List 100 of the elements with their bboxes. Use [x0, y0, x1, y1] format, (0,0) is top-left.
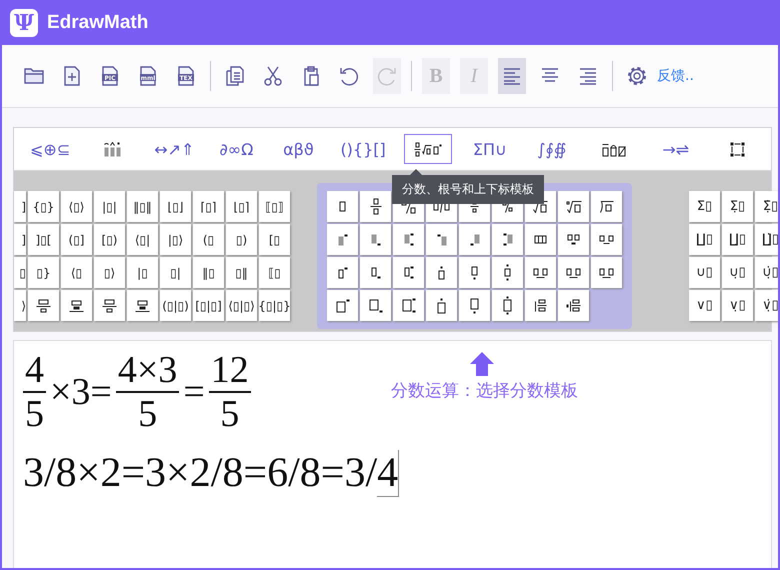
template-button[interactable]: |▯| — [94, 191, 125, 222]
template-icon — [338, 266, 348, 278]
template-button[interactable] — [558, 224, 589, 255]
template-button[interactable]: [▯|▯] — [193, 290, 224, 321]
template-icon — [566, 299, 581, 312]
template-icon — [504, 264, 511, 281]
template-button[interactable]: ∨̣▯ — [722, 290, 753, 321]
palette-tab[interactable]: →⇌ — [652, 134, 700, 164]
template-button[interactable]: ▯⟩ — [94, 257, 125, 288]
palette-tab[interactable]: ∫∮∯ — [528, 134, 576, 164]
template-button[interactable] — [327, 290, 358, 321]
fraction: 4 5 — [23, 351, 46, 433]
palette-tab[interactable]: (){}[] — [336, 134, 390, 164]
template-button[interactable] — [525, 224, 556, 255]
template-button[interactable] — [28, 290, 59, 321]
template-button[interactable]: [▯) — [94, 224, 125, 255]
template-button[interactable] — [525, 257, 556, 288]
template-button[interactable]: {▯|▯} — [259, 290, 290, 321]
palette-tab[interactable]: ↔↗⇑ — [150, 134, 198, 164]
template-button[interactable]: ⟨▯ — [61, 257, 92, 288]
template-button[interactable]: ‖▯ — [193, 257, 224, 288]
align-left-button[interactable] — [498, 58, 526, 94]
template-button[interactable]: (▯ — [193, 224, 224, 255]
template-button[interactable]: ⟩ — [14, 290, 26, 321]
template-button[interactable]: ∪▯ — [689, 257, 720, 288]
template-button[interactable] — [492, 290, 523, 321]
template-button[interactable] — [591, 191, 622, 222]
template-button[interactable]: ⟨▯| — [127, 224, 158, 255]
feedback-link[interactable]: 反馈.. — [657, 67, 694, 85]
template-icon — [533, 200, 548, 212]
template-button[interactable] — [459, 290, 490, 321]
template-button[interactable] — [127, 290, 158, 321]
template-button[interactable]: ⌊▯⌋ — [160, 191, 191, 222]
template-icon — [470, 234, 480, 246]
template-button[interactable]: [▯ — [259, 224, 290, 255]
template-button[interactable] — [393, 290, 424, 321]
template-icon — [470, 298, 479, 314]
template-button[interactable]: ⌊▯⌉ — [226, 191, 257, 222]
palette-tab[interactable]: αβϑ — [274, 134, 322, 164]
template-button[interactable]: |▯ — [127, 257, 158, 288]
template-button[interactable]: ▯| — [160, 257, 191, 288]
template-icon — [502, 233, 512, 246]
template-button[interactable]: ⟦▯⟧ — [259, 191, 290, 222]
palette-tab[interactable]: ⩽⊕⊆ — [26, 134, 74, 164]
template-button[interactable] — [360, 290, 391, 321]
template-button[interactable]: ∐̣▯ — [722, 224, 753, 255]
template-button[interactable] — [492, 257, 523, 288]
palette-tab[interactable]: ∂∞Ω — [212, 134, 260, 164]
template-button[interactable]: ⌈▯⌉ — [193, 191, 224, 222]
template-button[interactable] — [525, 290, 556, 321]
template-button[interactable]: ▯) — [226, 224, 257, 255]
template-button[interactable]: |▯⟩ — [160, 224, 191, 255]
template-button[interactable]: ∪̣▯ — [722, 257, 753, 288]
template-button[interactable]: Σ̣̇▯ — [755, 191, 778, 222]
template-button[interactable]: ‖▯‖ — [127, 191, 158, 222]
template-icon — [533, 268, 548, 278]
template-button[interactable] — [558, 191, 589, 222]
template-button[interactable]: ] — [14, 224, 26, 255]
template-button[interactable] — [360, 191, 391, 222]
template-button[interactable] — [591, 257, 622, 288]
template-icon — [368, 298, 382, 312]
template-button[interactable]: (▯] — [61, 224, 92, 255]
template-icon — [437, 298, 446, 314]
annotation: 分数运算：选择分数模板 — [391, 380, 578, 402]
template-button[interactable] — [393, 257, 424, 288]
template-button[interactable]: ] — [14, 191, 26, 222]
template-button[interactable]: ∪̣̇▯ — [755, 257, 778, 288]
template-button[interactable]: ▯} — [28, 257, 59, 288]
template-button[interactable] — [558, 257, 589, 288]
template-button[interactable]: ∨▯ — [689, 290, 720, 321]
template-button[interactable] — [327, 191, 358, 222]
template-button[interactable]: Σ▯ — [689, 191, 720, 222]
template-button[interactable]: ⟨▯|▯⟩ — [226, 290, 257, 321]
template-button[interactable] — [360, 257, 391, 288]
template-button[interactable] — [426, 290, 457, 321]
template-button[interactable]: (▯|▯) — [160, 290, 191, 321]
template-button[interactable] — [558, 290, 589, 321]
template-button[interactable] — [459, 257, 490, 288]
template-button[interactable] — [61, 290, 92, 321]
template-icon — [402, 298, 416, 313]
template-button[interactable]: ]▯[ — [28, 224, 59, 255]
template-button[interactable]: ⟨▯⟩ — [61, 191, 92, 222]
template-button[interactable]: ∨̣̇▯ — [755, 290, 778, 321]
template-button[interactable] — [94, 290, 125, 321]
template-button[interactable]: ∐̣̇▯ — [755, 224, 778, 255]
accent-templates-icon — [104, 142, 121, 156]
template-button[interactable]: {▯} — [28, 191, 59, 222]
palette-tab[interactable]: ΣΠ∪ — [466, 134, 514, 164]
template-button[interactable] — [327, 257, 358, 288]
template-icon — [336, 298, 350, 312]
template-button[interactable]: ⟦▯ — [259, 257, 290, 288]
template-icon — [600, 200, 614, 212]
template-button[interactable]: ∐▯ — [689, 224, 720, 255]
template-button[interactable]: ▯‖ — [226, 257, 257, 288]
template-button[interactable] — [426, 257, 457, 288]
template-icon — [471, 266, 478, 280]
template-button[interactable]: Σ̣▯ — [722, 191, 753, 222]
template-button[interactable] — [591, 224, 622, 255]
template-button[interactable]: ▯ — [14, 257, 26, 288]
palette-tab[interactable] — [404, 134, 452, 164]
